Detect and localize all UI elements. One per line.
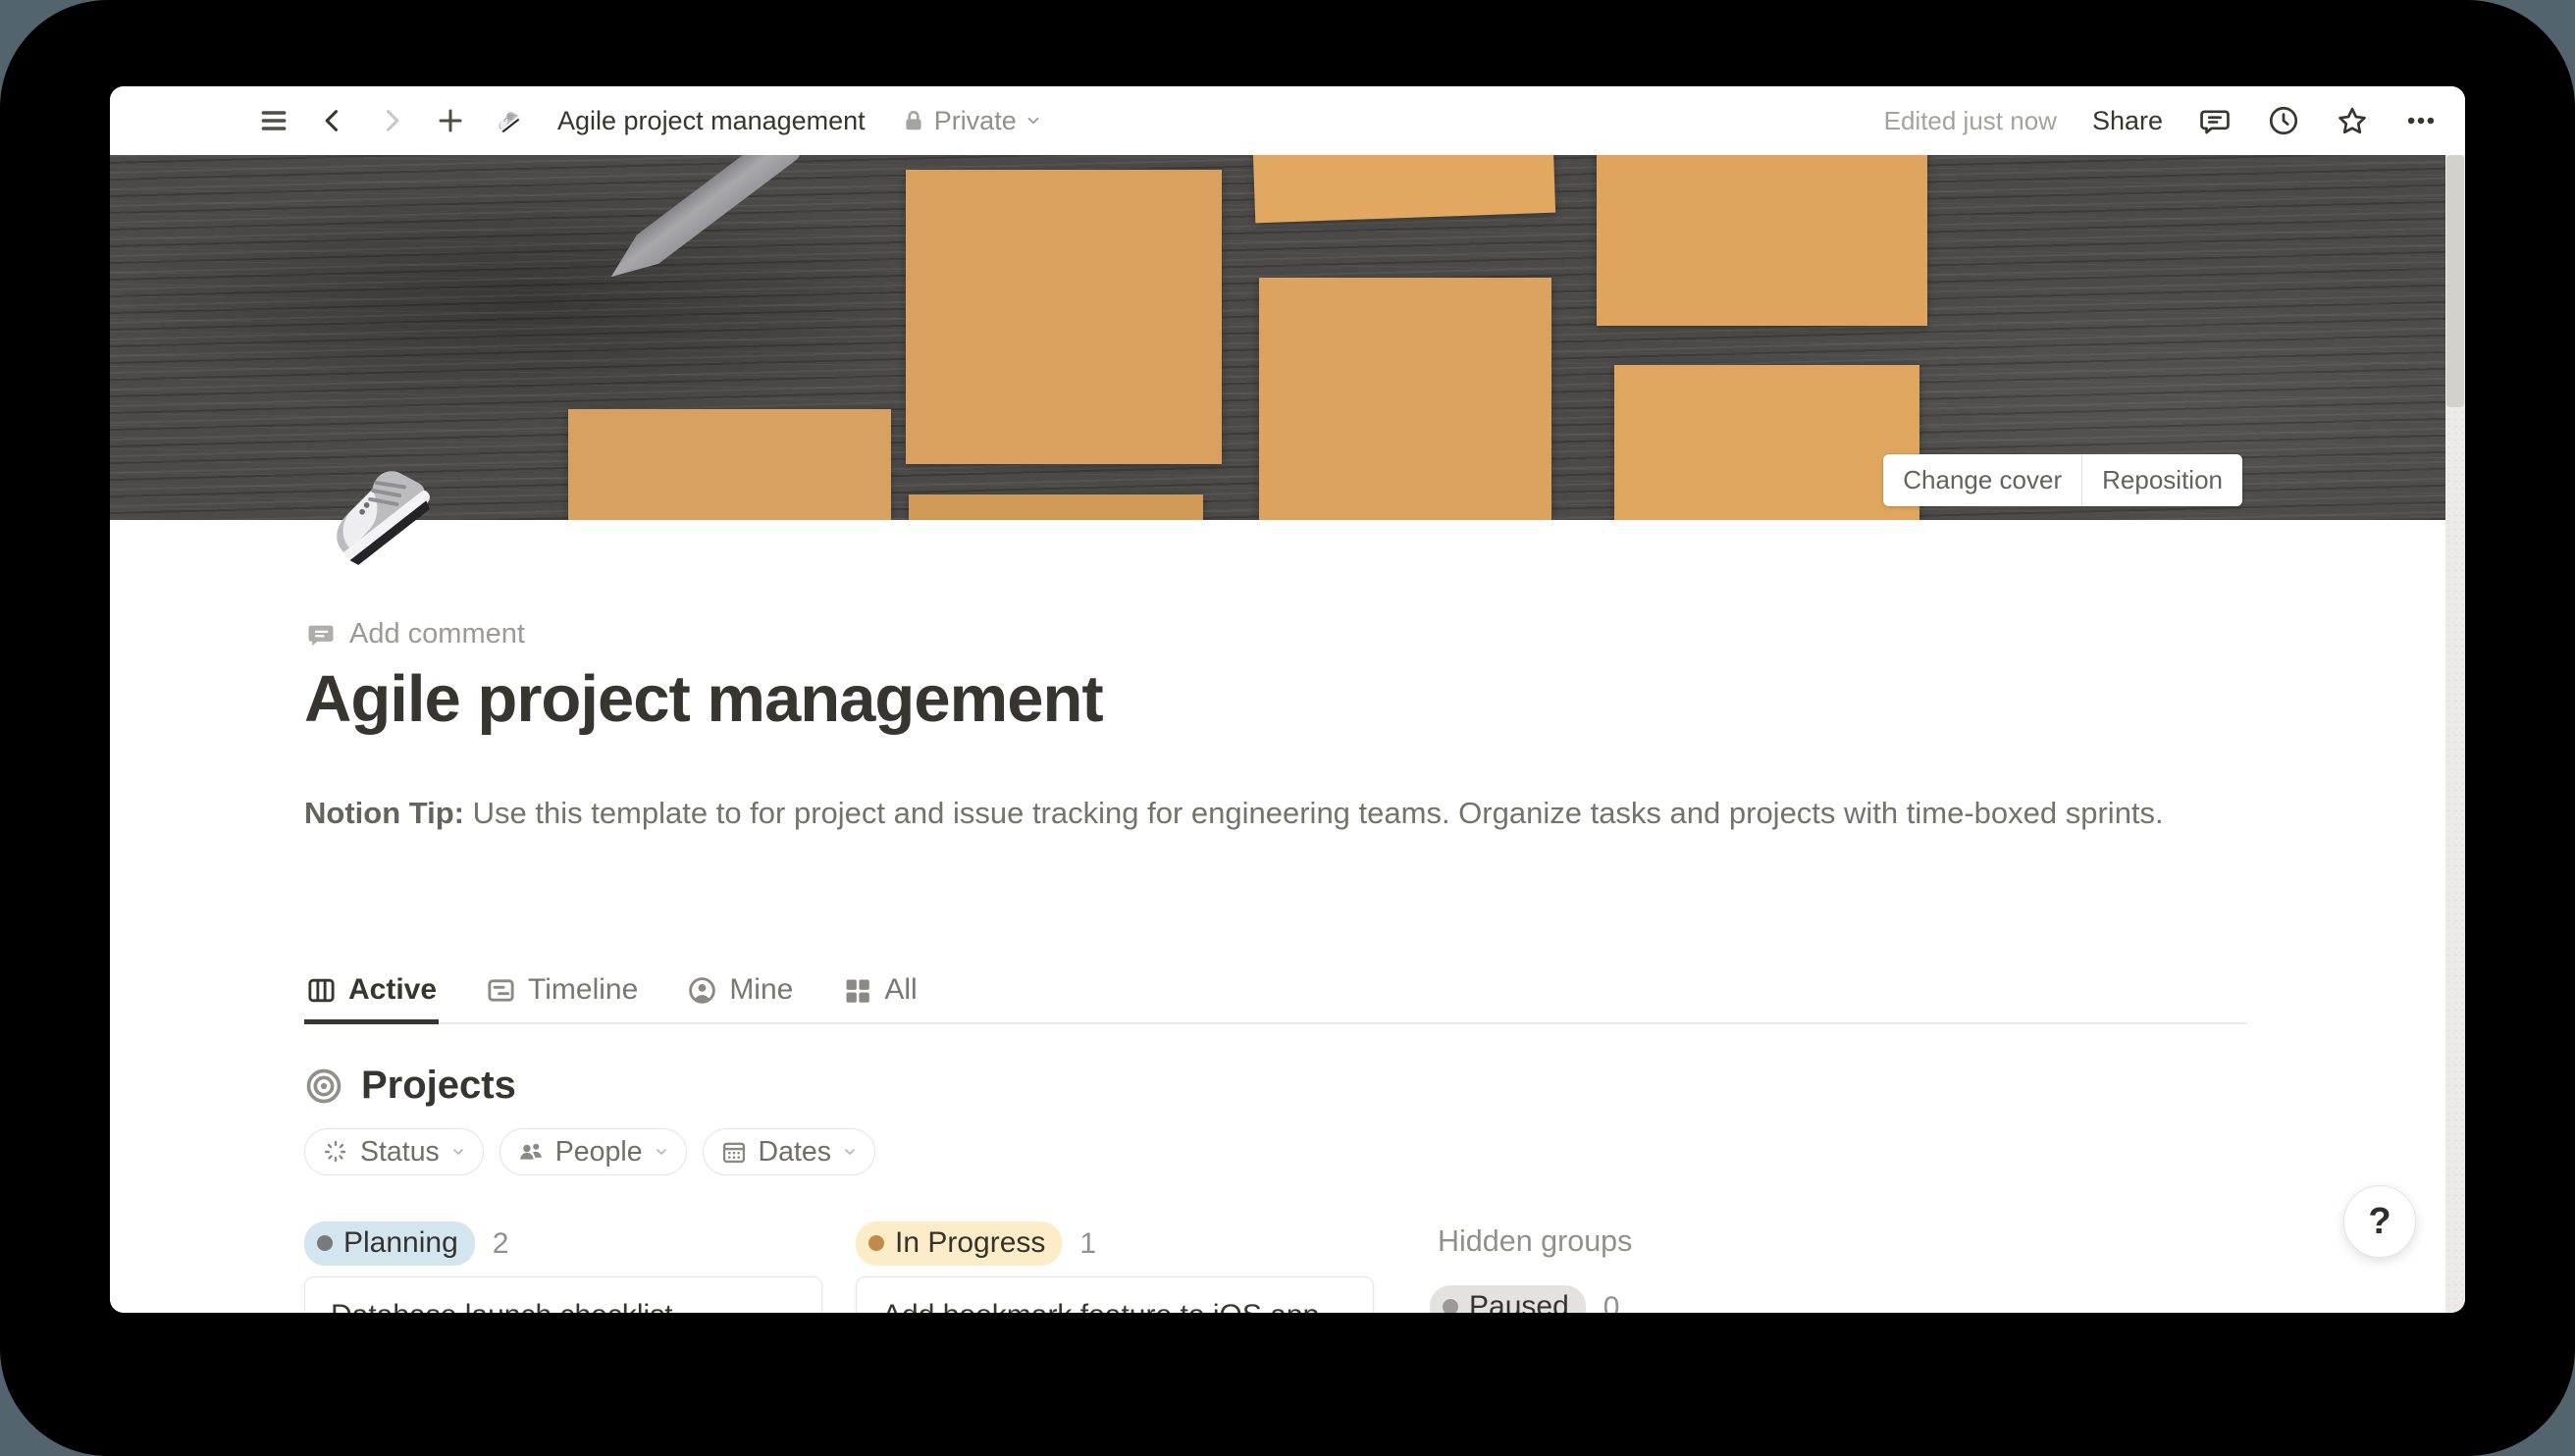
help-button[interactable]: ? [2343, 1185, 2416, 1258]
people-icon [517, 1138, 545, 1166]
projects-heading: Projects [304, 1064, 516, 1108]
privacy-dropdown[interactable]: Private [901, 106, 1042, 136]
project-card[interactable]: Add bookmark feature to iOS app [856, 1276, 1374, 1313]
page-icon-sneaker[interactable] [308, 434, 461, 589]
share-button[interactable]: Share [2092, 106, 2163, 136]
marker-pen-decoration [601, 155, 807, 291]
group-header-paused: Paused 0 [1430, 1285, 1619, 1313]
status-badge-paused[interactable]: Paused [1430, 1285, 1586, 1313]
group-header-planning: Planning 2 [304, 1222, 508, 1266]
status-dot [868, 1235, 884, 1251]
sticky-note [568, 409, 891, 520]
sticky-note [1253, 155, 1555, 223]
person-circle-icon [687, 975, 717, 1006]
view-tabs: Active Timeline Mine All [304, 969, 2247, 1024]
tab-mine[interactable]: Mine [685, 969, 795, 1022]
filter-people[interactable]: People [499, 1128, 687, 1175]
tip-text: Use this template to for project and iss… [464, 796, 2164, 830]
status-burst-icon [322, 1138, 349, 1166]
page-description: Notion Tip: Use this template to for pro… [304, 789, 2169, 837]
tab-all[interactable]: All [840, 969, 919, 1022]
chevron-down-icon [842, 1144, 858, 1160]
favorite-star-icon[interactable] [2336, 104, 2369, 137]
lock-icon [901, 108, 926, 133]
projects-title: Projects [361, 1064, 516, 1108]
sticky-note [1597, 155, 1927, 326]
more-options-icon[interactable] [2404, 104, 2438, 137]
grid-view-icon [842, 975, 872, 1006]
tab-active[interactable]: Active [304, 969, 439, 1022]
group-count: 2 [493, 1227, 509, 1261]
page-sneaker-icon[interactable] [493, 104, 526, 137]
group-count: 0 [1603, 1291, 1620, 1314]
cover-buttons: Change cover Reposition [1883, 454, 2242, 506]
tab-timeline[interactable]: Timeline [484, 969, 640, 1022]
sticky-note [1614, 365, 1919, 520]
timeline-view-icon [486, 975, 516, 1006]
page-title[interactable]: Agile project management [304, 661, 1103, 737]
status-badge-planning[interactable]: Planning [304, 1222, 475, 1266]
change-cover-button[interactable]: Change cover [1883, 454, 2081, 506]
hidden-groups-label: Hidden groups [1438, 1224, 1632, 1259]
edited-status: Edited just now [1884, 106, 2057, 136]
toolbar: Agile project management Private Edited … [110, 86, 2465, 155]
status-dot [317, 1235, 333, 1251]
forward-icon[interactable] [375, 104, 408, 137]
sidebar-menu-icon[interactable] [257, 104, 290, 137]
back-icon[interactable] [316, 104, 349, 137]
page-content: Change cover Reposition Add comment Agil… [110, 155, 2445, 1313]
bullseye-icon [304, 1066, 343, 1106]
project-card[interactable]: Database launch checklist [304, 1276, 822, 1313]
breadcrumb-page-title[interactable]: Agile project management [557, 106, 866, 136]
status-badge-in-progress[interactable]: In Progress [856, 1222, 1062, 1266]
filter-dates[interactable]: Dates [703, 1128, 875, 1175]
filter-status[interactable]: Status [304, 1128, 484, 1175]
status-dot [1443, 1299, 1458, 1313]
history-clock-icon[interactable] [2267, 104, 2300, 137]
chevron-down-icon [450, 1144, 466, 1160]
group-header-in-progress: In Progress 1 [856, 1222, 1096, 1266]
calendar-icon [720, 1138, 748, 1166]
comment-bubble-icon [306, 620, 336, 650]
new-page-icon[interactable] [434, 104, 467, 137]
add-comment-label: Add comment [349, 618, 525, 650]
tip-label: Notion Tip: [304, 796, 464, 830]
comments-icon[interactable] [2198, 104, 2232, 137]
notion-window: Agile project management Private Edited … [110, 86, 2465, 1313]
sticky-note [909, 494, 1203, 520]
privacy-label: Private [934, 106, 1017, 136]
scrollbar-track[interactable] [2445, 155, 2465, 1313]
scrollbar-thumb[interactable] [2446, 155, 2464, 407]
group-count: 1 [1079, 1227, 1096, 1261]
chevron-down-icon [654, 1144, 669, 1160]
add-comment-button[interactable]: Add comment [306, 618, 525, 650]
reposition-button[interactable]: Reposition [2081, 454, 2242, 506]
board-view-icon [306, 975, 337, 1006]
sticky-note [906, 170, 1222, 464]
filter-bar: Status People Dates [304, 1128, 875, 1175]
sticky-note [1259, 278, 1551, 520]
chevron-down-icon [1025, 112, 1042, 130]
